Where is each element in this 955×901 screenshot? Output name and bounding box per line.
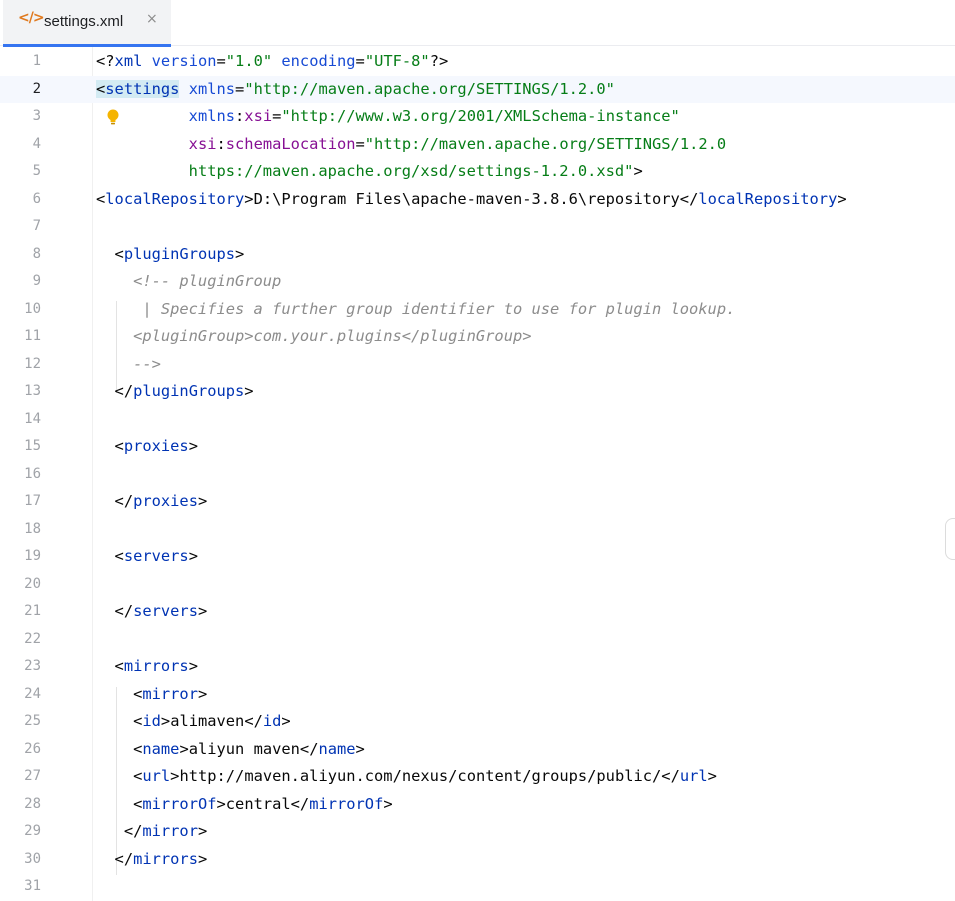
code-line: 15 <proxies> [0,433,955,461]
line-number: 9 [32,273,41,289]
line-content: xsi:schemaLocation="http://maven.apache.… [188,134,727,153]
line-number: 30 [24,850,41,867]
tab-label: settings.xml [44,13,124,30]
line-number: 16 [24,465,41,482]
line-number: 31 [24,878,41,894]
line-number: 20 [24,575,41,592]
line-number: 21 [24,603,41,619]
lightbulb-icon[interactable] [104,108,122,126]
line-number: 19 [24,548,41,564]
code-line: 23 <mirrors> [0,653,955,681]
line-content: <mirrors> [114,657,198,675]
line-number: 26 [24,740,41,757]
line-content: <mirrorOf>central</mirrorOf> [133,794,393,813]
line-content: https://maven.apache.org/xsd/settings-1.… [188,162,643,180]
code-line: 19 <servers> [0,543,955,571]
xml-file-icon: </> [18,10,45,26]
line-number: 1 [32,53,41,69]
line-content: </mirrors> [114,849,208,868]
code-line: 18 [0,516,955,544]
line-content: xmlns:xsi="http://www.w3.org/2001/XMLSch… [188,107,680,125]
line-number: 8 [32,245,41,262]
editor-tab-bar: </> settings.xml × [0,0,955,47]
tab-settings-xml[interactable]: </> settings.xml × [3,0,171,47]
line-number: 4 [32,135,41,152]
code-line: 22 [0,626,955,654]
line-content: <pluginGroups> [114,244,245,263]
close-icon[interactable]: × [146,11,158,27]
code-line: 20 [0,571,955,599]
code-line: 28 <mirrorOf>central</mirrorOf> [0,791,955,819]
comment-line: | Specifies a further group identifier t… [96,299,736,318]
code-line: 29 </mirror> [0,818,955,846]
code-line: 26 <name>aliyun maven</name> [0,736,955,764]
code-line: 5 https://maven.apache.org/xsd/settings-… [0,158,955,186]
line-number: 22 [24,630,41,647]
line-number: 24 [24,685,41,702]
code-line: 1 <?xml version="1.0" encoding="UTF-8"?> [0,48,955,76]
line-number: 23 [24,658,41,674]
line-content: <proxies> [114,437,198,455]
code-line: 25 <id>alimaven</id> [0,708,955,736]
code-line: 27 <url>http://maven.aliyun.com/nexus/co… [0,763,955,791]
line-number: 5 [32,163,41,179]
line-content: </pluginGroups> [114,382,254,400]
line-number: 15 [24,438,41,454]
line-number: 28 [24,795,41,812]
code-line-current: 2 <settings xmlns="http://maven.apache.or… [0,75,955,103]
code-line: 9 <!-- pluginGroup [0,268,955,296]
code-line: 4 xsi:schemaLocation="http://maven.apach… [0,131,955,159]
line-content: <name>aliyun maven</name> [133,739,365,758]
line-number: 11 [24,328,41,344]
code-line: 17 </proxies> [0,488,955,516]
line-content: <url>http://maven.aliyun.com/nexus/conte… [133,767,717,785]
code-line: 13 </pluginGroups> [0,378,955,406]
code-line: 7 [0,213,955,241]
line-number: 2 [32,80,41,97]
line-number: 14 [24,410,41,427]
code-line: 24 <mirror> [0,681,955,709]
code-line: 12 --> [0,351,955,379]
line-content: <id>alimaven</id> [133,712,291,730]
code-line: 30 </mirrors> [0,846,955,874]
code-line: 31 [0,873,955,901]
line-content: <mirror> [133,684,208,703]
code-line: 21 </servers> [0,598,955,626]
line-number: 29 [24,823,41,839]
line-number: 25 [24,713,41,729]
code-line: 14 [0,406,955,434]
code-line: 8 <pluginGroups> [0,241,955,269]
code-line: 11 <pluginGroup>com.your.plugins</plugin… [0,323,955,351]
code-editor[interactable]: 1 <?xml version="1.0" encoding="UTF-8"?> … [0,47,955,901]
comment-line: <pluginGroup>com.your.plugins</pluginGro… [96,327,532,345]
comment-line: <!-- pluginGroup [96,272,282,290]
line-number: 18 [24,520,41,537]
line-number: 17 [24,493,41,509]
line-number: 7 [32,218,41,234]
line-content: <localRepository>D:\Program Files\apache… [96,189,847,208]
code-line: 3 xmlns:xsi="http://www.w3.org/2001/XMLS… [0,103,955,131]
code-line: 6 <localRepository>D:\Program Files\apach… [0,186,955,214]
line-content: <settings xmlns="http://maven.apache.org… [96,79,615,98]
line-content: <?xml version="1.0" encoding="UTF-8"?> [96,52,449,70]
line-content: </proxies> [114,492,208,510]
line-number: 12 [24,355,41,372]
line-number: 13 [24,383,41,399]
line-content: <servers> [114,547,198,565]
line-number: 27 [24,768,41,784]
comment-line: --> [96,354,161,373]
line-content: </mirror> [123,822,208,840]
line-number: 10 [24,300,41,317]
code-line: 10 | Specifies a further group identifie… [0,296,955,324]
line-number: 6 [32,190,41,207]
line-content: </servers> [114,602,208,620]
line-number: 3 [32,108,41,124]
code-line: 16 [0,461,955,489]
